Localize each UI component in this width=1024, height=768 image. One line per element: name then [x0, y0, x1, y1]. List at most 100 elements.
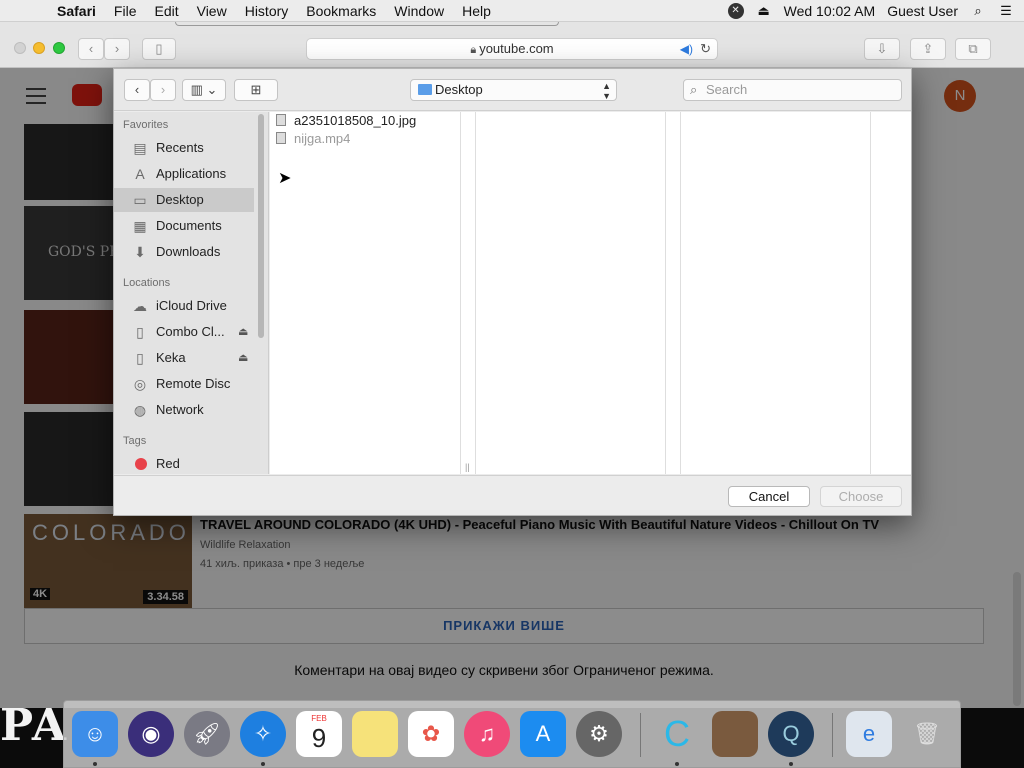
reload-icon[interactable]: ↻ — [700, 39, 711, 59]
sidebar-item-combo-cleaner[interactable]: ▯ Combo Cl... ⏏ — [114, 320, 254, 344]
dialog-search-field[interactable]: ⌕ Search — [683, 79, 902, 101]
view-mode-button[interactable]: ▥ ⌄ — [182, 79, 226, 101]
audio-playing-icon[interactable]: ◀︎) — [680, 39, 693, 59]
sidebar-item-applications[interactable]: A Applications — [114, 162, 254, 186]
share-button[interactable]: ⇪ — [910, 38, 946, 60]
dialog-back-button[interactable]: ‹ — [124, 79, 150, 101]
sidebar-item-label: iCloud Drive — [156, 298, 227, 313]
sidebar-item-tag-red[interactable]: Red — [114, 452, 254, 476]
address-bar[interactable]: 🔒︎ youtube.com ◀︎) ↻ — [306, 38, 718, 60]
downloads-stack-icon[interactable]: e — [846, 711, 892, 757]
trash-icon[interactable]: 🗑︎ — [904, 711, 950, 757]
desktop-icon: ▭ — [133, 192, 147, 208]
recents-icon: ▤ — [133, 140, 147, 156]
sidebar-item-label: Desktop — [156, 192, 204, 207]
dialog-sidebar: Favorites ▤ Recents A Applications ▭ Deskto… — [114, 112, 269, 474]
siri-icon[interactable]: ◉ — [128, 711, 174, 757]
dialog-toolbar: ‹ › ▥ ⌄ ⊞ Desktop ▲ ▼ ⌕ Search — [114, 69, 911, 111]
disc-icon: ◎ — [133, 376, 147, 392]
calendar-icon[interactable]: FEB 9 — [296, 711, 342, 757]
sidebar-item-remote-disc[interactable]: ◎ Remote Disc — [114, 372, 254, 396]
window-zoom-button[interactable] — [53, 42, 65, 54]
sidebar-item-label: Combo Cl... — [156, 324, 225, 339]
sidebar-item-recents[interactable]: ▤ Recents — [114, 136, 254, 160]
menu-history[interactable]: History — [236, 3, 298, 19]
eject-icon[interactable]: ⏏ — [238, 320, 248, 344]
running-indicator — [789, 762, 793, 766]
file-column: a2351018508_10.jpg nijga.mp4 ➤ — [270, 112, 461, 474]
menu-bookmarks[interactable]: Bookmarks — [297, 3, 385, 19]
menu-clock[interactable]: Wed 10:02 AM — [784, 3, 876, 19]
keka-icon[interactable] — [712, 711, 758, 757]
window-close-button[interactable] — [14, 42, 26, 54]
system-preferences-icon[interactable]: ⚙ — [576, 711, 622, 757]
sidebar-item-label: Network — [156, 402, 204, 417]
eject-icon[interactable]: ⏏ — [238, 346, 248, 370]
menu-file[interactable]: File — [105, 3, 146, 19]
new-folder-button[interactable]: ⊞ — [234, 79, 278, 101]
app-store-icon[interactable]: A — [520, 711, 566, 757]
column-resize-handle[interactable]: || — [465, 462, 470, 472]
app-menu[interactable]: Safari — [48, 3, 105, 19]
file-name: nijga.mp4 — [294, 131, 351, 146]
sidebar-scrollbar[interactable] — [258, 114, 264, 338]
sidebar-item-desktop[interactable]: ▭ Desktop — [114, 188, 254, 212]
menu-window[interactable]: Window — [385, 3, 453, 19]
red-tag-dot-icon — [135, 458, 147, 470]
sidebar-toggle-button[interactable]: ▯ — [142, 38, 176, 60]
applications-icon: A — [135, 166, 145, 182]
notes-icon[interactable] — [352, 711, 398, 757]
file-open-dialog: ‹ › ▥ ⌄ ⊞ Desktop ▲ ▼ ⌕ Search Favorites … — [113, 68, 912, 516]
quicktime-icon[interactable]: Q — [768, 711, 814, 757]
disk-icon: ▯ — [136, 350, 144, 366]
calendar-day: 9 — [311, 723, 327, 753]
url-text: youtube.com — [479, 41, 554, 56]
finder-icon[interactable]: ☺ — [72, 711, 118, 757]
running-indicator — [93, 762, 97, 766]
choose-button[interactable]: Choose — [820, 486, 902, 507]
safari-toolbar: ‹ › ▯ 🔒︎ youtube.com ◀︎) ↻ ⇩ ⇪ ⧉ — [0, 22, 1024, 68]
vpn-status-icon[interactable]: ✕ — [727, 2, 744, 19]
sidebar-item-label: Applications — [156, 166, 227, 181]
window-minimize-button[interactable] — [33, 42, 45, 54]
fast-user-switch[interactable]: Guest User — [887, 3, 958, 19]
itunes-music-icon[interactable]: ♫ — [464, 711, 510, 757]
downloads-icon: ⬇ — [134, 244, 146, 260]
dock-separator — [640, 713, 641, 757]
video-file-icon — [276, 132, 286, 144]
menu-help[interactable]: Help — [453, 3, 500, 19]
spotlight-search-icon[interactable]: ⌕ — [970, 3, 986, 19]
file-name: a2351018508_10.jpg — [294, 113, 417, 128]
tabs-overview-button[interactable]: ⧉ — [955, 38, 991, 60]
dialog-forward-button[interactable]: › — [150, 79, 176, 101]
downloads-button[interactable]: ⇩ — [864, 38, 900, 60]
image-file-icon — [276, 114, 286, 126]
forward-button[interactable]: › — [104, 38, 130, 60]
sidebar-item-icloud-drive[interactable]: ☁ iCloud Drive — [114, 294, 254, 318]
lock-icon: 🔒︎ — [470, 44, 477, 56]
sidebar-item-label: Downloads — [156, 244, 221, 259]
page-scrollbar[interactable] — [1013, 572, 1021, 706]
folder-icon — [418, 84, 432, 95]
back-button[interactable]: ‹ — [78, 38, 104, 60]
file-column — [475, 112, 666, 474]
photos-icon[interactable]: ✿ — [408, 711, 454, 757]
sidebar-item-label: Keka — [156, 350, 186, 365]
safari-icon[interactable]: ✧ — [240, 711, 286, 757]
location-popup[interactable]: Desktop ▲ ▼ — [410, 79, 617, 101]
sidebar-item-downloads[interactable]: ⬇ Downloads — [114, 240, 254, 264]
file-item[interactable]: a2351018508_10.jpg — [276, 112, 416, 130]
menu-edit[interactable]: Edit — [145, 3, 187, 19]
disk-icon: ▯ — [136, 324, 144, 340]
launchpad-icon[interactable]: 🚀︎ — [184, 711, 230, 757]
sidebar-item-documents[interactable]: ▦ Documents — [114, 214, 254, 238]
sidebar-item-keka[interactable]: ▯ Keka ⏏ — [114, 346, 254, 370]
eject-status-icon[interactable]: ⏏ — [756, 3, 772, 19]
mouse-cursor-icon: ➤ — [278, 170, 292, 187]
notification-center-icon[interactable]: ☰ — [998, 3, 1014, 19]
combo-cleaner-icon[interactable]: C — [654, 711, 700, 757]
menu-view[interactable]: View — [188, 3, 236, 19]
sidebar-item-network[interactable]: ◍ Network — [114, 398, 254, 422]
cancel-button[interactable]: Cancel — [728, 486, 810, 507]
file-item-disabled: nijga.mp4 — [276, 130, 350, 148]
